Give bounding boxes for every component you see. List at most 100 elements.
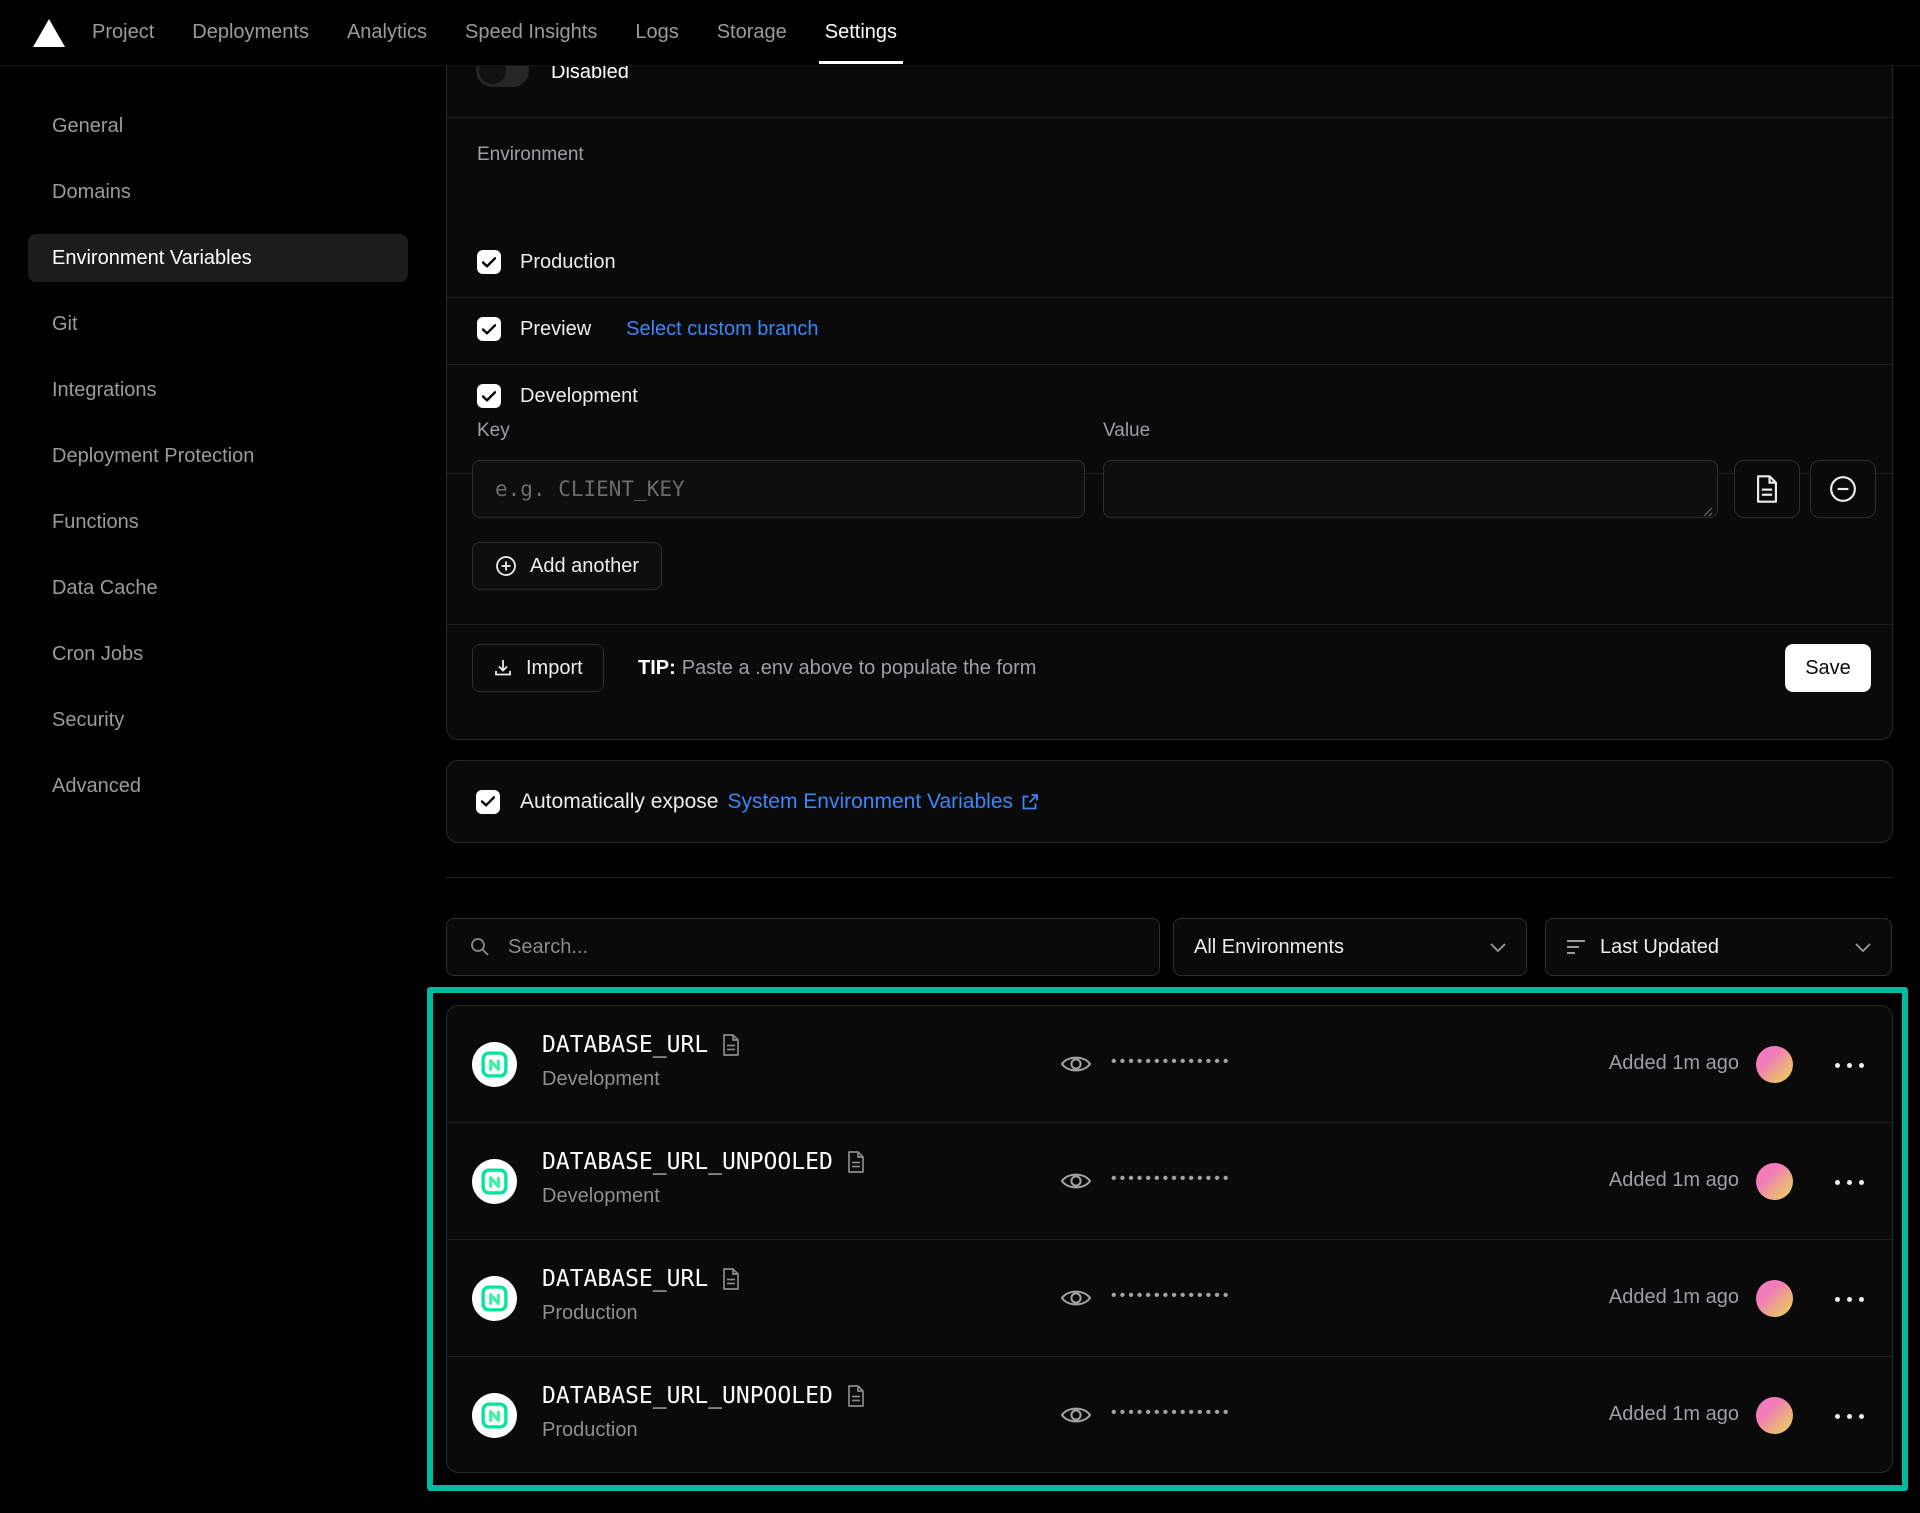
row-actions-menu-button[interactable] (1835, 1176, 1864, 1189)
var-name-wrap: DATABASE_URL (542, 1266, 740, 1292)
search-box (446, 918, 1160, 976)
row-actions-menu-button[interactable] (1835, 1410, 1864, 1423)
masked-value: •••••••••••••• (1111, 1287, 1231, 1305)
row-actions-menu-button[interactable] (1835, 1059, 1864, 1072)
sidebar-item-environment-variables[interactable]: Environment Variables (28, 234, 408, 282)
sidebar-item-security[interactable]: Security (28, 696, 408, 744)
sidebar-item-cron-jobs[interactable]: Cron Jobs (28, 630, 408, 678)
key-field-label: Key (477, 420, 510, 442)
value-input[interactable] (1103, 460, 1718, 518)
sidebar-item-git[interactable]: Git (28, 300, 408, 348)
env-var-environment: Development (542, 1068, 660, 1091)
external-link-icon (1020, 792, 1040, 812)
avatar (1756, 1163, 1793, 1200)
key-value-section: Key Value (447, 408, 1892, 625)
add-another-label: Add another (530, 555, 639, 578)
nav-tab-analytics[interactable]: Analytics (347, 0, 427, 66)
var-name-wrap: DATABASE_URL_UNPOOLED (542, 1383, 865, 1409)
environment-filter-dropdown[interactable]: All Environments (1173, 918, 1527, 976)
production-checkbox[interactable] (477, 250, 501, 274)
vercel-logo-icon[interactable] (33, 19, 65, 47)
sidebar-item-general[interactable]: General (28, 102, 408, 150)
reveal-value-button[interactable] (1060, 1168, 1092, 1194)
env-var-name: DATABASE_URL (542, 1266, 708, 1292)
chevron-down-icon (1490, 943, 1506, 952)
nav-tab-logs[interactable]: Logs (635, 0, 678, 66)
copy-note-icon[interactable] (722, 1268, 740, 1290)
settings-sidebar: General Domains Environment Variables Gi… (28, 66, 408, 828)
sort-dropdown[interactable]: Last Updated (1545, 918, 1892, 976)
expose-prefix: Automatically expose (520, 790, 718, 814)
import-label: Import (526, 657, 583, 680)
masked-value: •••••••••••••• (1111, 1053, 1231, 1071)
checkmark-icon (482, 391, 496, 402)
download-icon (493, 658, 513, 678)
neon-integration-icon (472, 1393, 517, 1438)
neon-integration-icon (472, 1042, 517, 1087)
env-var-row: DATABASE_URL_UNPOOLED Development ••••••… (447, 1123, 1892, 1240)
search-input[interactable] (508, 936, 1159, 959)
sidebar-item-domains[interactable]: Domains (28, 168, 408, 216)
production-row: Production (477, 249, 1862, 275)
section-divider (446, 877, 1893, 878)
production-checkbox-label: Production (520, 251, 616, 274)
import-button[interactable]: Import (472, 644, 604, 692)
select-custom-branch-link[interactable]: Select custom branch (626, 318, 818, 341)
row-actions-menu-button[interactable] (1835, 1293, 1864, 1306)
top-navigation: Project Deployments Analytics Speed Insi… (0, 0, 1920, 66)
sidebar-item-advanced[interactable]: Advanced (28, 762, 408, 810)
nav-tab-settings[interactable]: Settings (825, 0, 897, 66)
neon-integration-icon (472, 1276, 517, 1321)
paste-env-file-button[interactable] (1734, 460, 1800, 518)
sort-value: Last Updated (1600, 936, 1841, 959)
env-var-row: DATABASE_URL Production •••••••••••••• A… (447, 1240, 1892, 1357)
neon-logo-icon (481, 1051, 508, 1078)
sidebar-item-functions[interactable]: Functions (28, 498, 408, 546)
masked-value: •••••••••••••• (1111, 1170, 1231, 1188)
eye-icon (1060, 1402, 1092, 1428)
system-env-variables-link[interactable]: System Environment Variables (727, 790, 1040, 814)
save-button[interactable]: Save (1785, 644, 1871, 692)
env-var-name: DATABASE_URL_UNPOOLED (542, 1149, 833, 1175)
form-footer: Import TIP:Paste a .env above to populat… (447, 624, 1892, 739)
development-checkbox[interactable] (477, 384, 501, 408)
add-another-button[interactable]: Add another (472, 542, 662, 590)
nav-tab-speed-insights[interactable]: Speed Insights (465, 0, 597, 66)
copy-note-icon[interactable] (847, 1151, 865, 1173)
divider (447, 364, 1892, 365)
sidebar-item-deployment-protection[interactable]: Deployment Protection (28, 432, 408, 480)
remove-row-button[interactable] (1810, 460, 1876, 518)
env-variable-form-card: Disabled Environment Production Preview … (446, 66, 1893, 740)
nav-tab-storage[interactable]: Storage (717, 0, 787, 66)
env-var-row: DATABASE_URL_UNPOOLED Production •••••••… (447, 1357, 1892, 1473)
sensitive-toggle-row: Disabled (447, 66, 1892, 118)
copy-note-icon[interactable] (722, 1034, 740, 1056)
neon-logo-icon (481, 1168, 508, 1195)
reveal-value-button[interactable] (1060, 1402, 1092, 1428)
eye-icon (1060, 1051, 1092, 1077)
key-input[interactable] (472, 460, 1085, 518)
reveal-value-button[interactable] (1060, 1285, 1092, 1311)
env-var-environment: Production (542, 1419, 638, 1442)
nav-tab-deployments[interactable]: Deployments (192, 0, 309, 66)
checkmark-icon (482, 257, 496, 268)
chevron-down-icon (1855, 943, 1871, 952)
nav-tab-project[interactable]: Project (92, 0, 154, 66)
var-name-wrap: DATABASE_URL (542, 1032, 740, 1058)
added-timestamp: Added 1m ago (1609, 1052, 1739, 1075)
preview-checkbox[interactable] (477, 317, 501, 341)
env-var-environment: Development (542, 1185, 660, 1208)
neon-integration-icon (472, 1159, 517, 1204)
tip-label: TIP: (638, 657, 676, 679)
expose-checkbox[interactable] (476, 790, 500, 814)
value-field-label: Value (1103, 420, 1150, 442)
reveal-value-button[interactable] (1060, 1051, 1092, 1077)
sidebar-item-integrations[interactable]: Integrations (28, 366, 408, 414)
masked-value: •••••••••••••• (1111, 1404, 1231, 1422)
copy-note-icon[interactable] (847, 1385, 865, 1407)
nav-tabs: Project Deployments Analytics Speed Insi… (92, 0, 897, 66)
env-var-name: DATABASE_URL_UNPOOLED (542, 1383, 833, 1409)
sidebar-item-data-cache[interactable]: Data Cache (28, 564, 408, 612)
environment-section-label: Environment (477, 144, 584, 166)
added-timestamp: Added 1m ago (1609, 1169, 1739, 1192)
